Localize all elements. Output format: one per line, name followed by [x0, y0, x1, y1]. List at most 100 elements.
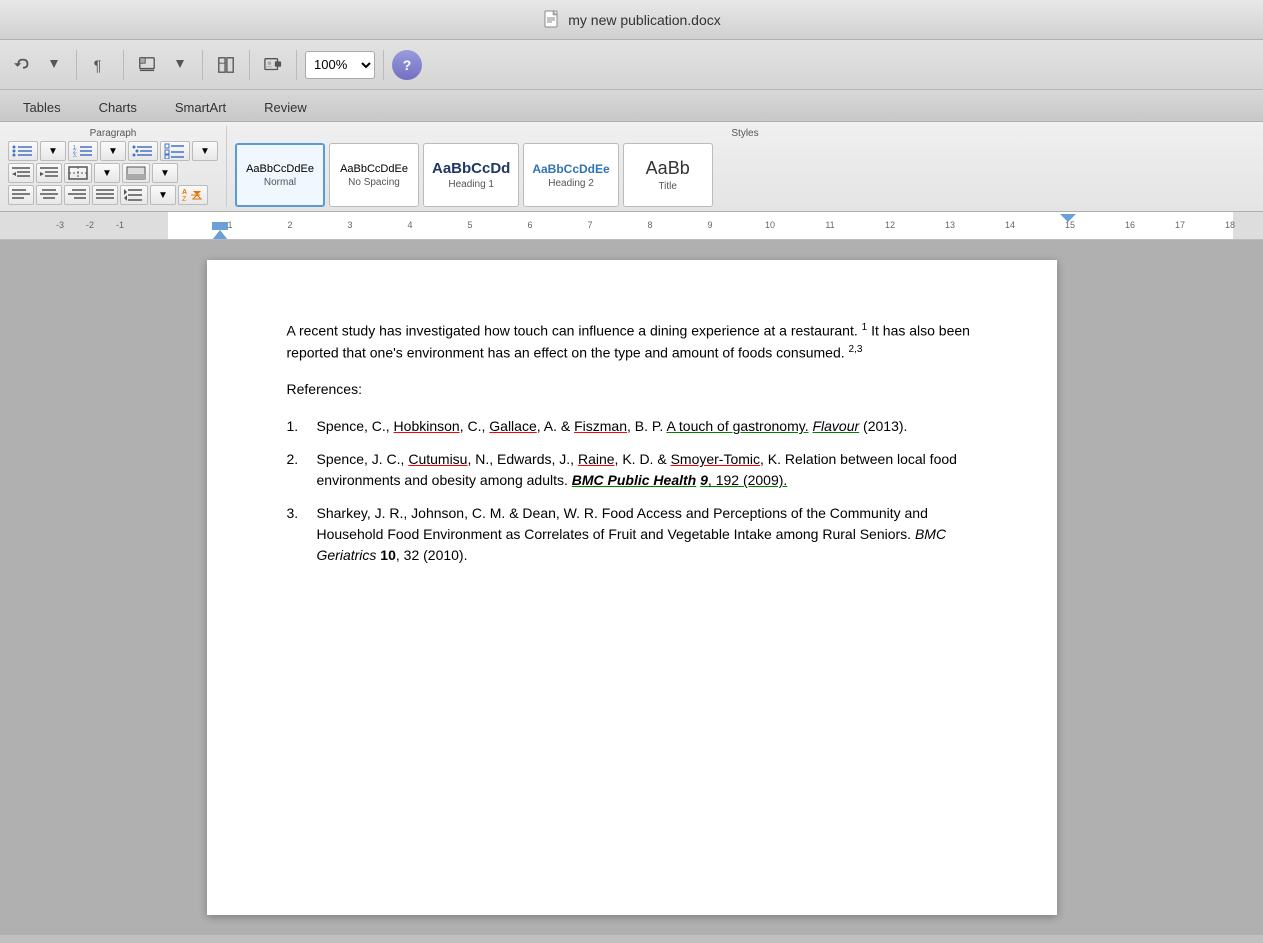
style-heading2[interactable]: AaBbCcDdEe Heading 2	[523, 143, 618, 207]
media-button[interactable]	[258, 48, 288, 82]
style-list-dropdown-btn[interactable]: ▼	[192, 141, 218, 161]
view-button[interactable]	[132, 48, 162, 82]
paragraph-section: Paragraph ▼ 1.	[0, 126, 227, 207]
tab-tables[interactable]: Tables	[4, 93, 80, 121]
tab-smartart[interactable]: SmartArt	[156, 93, 245, 121]
align-row: ▼ ▼	[8, 163, 218, 183]
undo-icon	[14, 56, 32, 74]
shading-icon	[126, 166, 146, 180]
align-right-icon	[68, 188, 86, 202]
align-left-icon	[12, 188, 30, 202]
sort-btn[interactable]: A Z	[178, 185, 208, 205]
line-spacing-btn[interactable]	[120, 185, 148, 205]
ruler: -3 -2 -1 1 2 3 4 5 6 7 8 9 10 11 12 13 1…	[0, 212, 1263, 240]
svg-text:12: 12	[885, 220, 895, 230]
references-list: 1. Spence, C., Hobkinson, C., Gallace, A…	[287, 416, 987, 566]
ribbon-panel: Paragraph ▼ 1.	[0, 122, 1263, 212]
undo-arrow-button[interactable]	[40, 48, 68, 82]
view-arrow-button[interactable]	[166, 48, 194, 82]
justify-btn[interactable]	[92, 185, 118, 205]
svg-text:1: 1	[227, 220, 232, 230]
svg-text:13: 13	[945, 220, 955, 230]
zoom-select[interactable]: 100% 75% 150%	[305, 51, 375, 79]
svg-text:6: 6	[527, 220, 532, 230]
svg-text:9: 9	[707, 220, 712, 230]
numbered-list-dropdown-btn[interactable]: ▼	[100, 141, 126, 161]
justify-icon	[96, 188, 114, 202]
svg-text:2: 2	[287, 220, 292, 230]
decrease-indent-btn[interactable]	[8, 163, 34, 183]
tab-charts[interactable]: Charts	[80, 93, 156, 121]
title-bar: my new publication.docx	[0, 0, 1263, 40]
ribbon-tabs: Tables Charts SmartArt Review	[0, 90, 1263, 122]
align-center-btn[interactable]	[36, 185, 62, 205]
tab-review[interactable]: Review	[245, 93, 326, 121]
divider-6	[383, 50, 384, 80]
style-list-btn[interactable]	[160, 141, 190, 161]
layout-button[interactable]	[211, 48, 241, 82]
divider-4	[249, 50, 250, 80]
svg-text:10: 10	[765, 220, 775, 230]
ref-text-2: Spence, J. C., Cutumisu, N., Edwards, J.…	[317, 449, 987, 491]
undo-redo-group	[8, 48, 68, 82]
svg-text:8: 8	[647, 220, 652, 230]
border-dropdown-btn[interactable]: ▼	[94, 163, 120, 183]
svg-text:-2: -2	[86, 220, 94, 230]
shading-dropdown-btn[interactable]: ▼	[152, 163, 178, 183]
indent-list-icon	[132, 143, 154, 159]
style-normal[interactable]: AaBbCcDdEe Normal	[235, 143, 325, 207]
svg-text:18: 18	[1225, 220, 1235, 230]
svg-text:5: 5	[467, 220, 472, 230]
view-dropdown-icon	[176, 60, 184, 70]
style-no-spacing[interactable]: AaBbCcDdEe No Spacing	[329, 143, 419, 207]
ruler-svg: -3 -2 -1 1 2 3 4 5 6 7 8 9 10 11 12 13 1…	[0, 212, 1263, 240]
indent-list-btn[interactable]	[128, 141, 158, 161]
increase-indent-icon	[40, 166, 58, 180]
svg-text:Z: Z	[182, 196, 187, 203]
doc-icon	[542, 10, 562, 30]
svg-text:7: 7	[587, 220, 592, 230]
numbered-list-btn[interactable]: 1. 2. 3.	[68, 141, 98, 161]
undo-button[interactable]	[8, 48, 38, 82]
bullet-list-dropdown-btn[interactable]: ▼	[40, 141, 66, 161]
line-spacing-dropdown-btn[interactable]: ▼	[150, 185, 176, 205]
align-left-btn[interactable]	[8, 185, 34, 205]
doc-area[interactable]: A recent study has investigated how touc…	[0, 240, 1263, 935]
increase-indent-btn[interactable]	[36, 163, 62, 183]
styles-label: Styles	[235, 126, 1255, 139]
divider-2	[123, 50, 124, 80]
style-normal-label: Normal	[264, 177, 296, 188]
style-title-preview: AaBb	[646, 158, 690, 179]
svg-text:4: 4	[407, 220, 412, 230]
style-h1-preview: AaBbCcDd	[432, 160, 510, 177]
shading-btn[interactable]	[122, 163, 150, 183]
numbered-list-icon: 1. 2. 3.	[72, 143, 94, 159]
divider-1	[76, 50, 77, 80]
ref-num-3: 3.	[287, 503, 317, 566]
style-heading1[interactable]: AaBbCcDd Heading 1	[423, 143, 519, 207]
decrease-indent-icon	[12, 166, 30, 180]
style-nospacing-preview: AaBbCcDdEe	[340, 163, 408, 175]
pilcrow-icon: ¶	[91, 56, 109, 74]
ref-num-2: 2.	[287, 449, 317, 491]
paragraph-controls: ▼ 1. 2. 3. ▼	[8, 141, 218, 205]
help-button[interactable]: ?	[392, 50, 422, 80]
align-right-btn[interactable]	[64, 185, 90, 205]
style-h1-label: Heading 1	[448, 179, 494, 190]
bullet-list-btn[interactable]	[8, 141, 38, 161]
pilcrow-button[interactable]: ¶	[85, 48, 115, 82]
svg-text:11: 11	[825, 220, 834, 230]
style-title[interactable]: AaBb Title	[623, 143, 713, 207]
line-spacing-icon	[124, 188, 144, 202]
ref-text-3: Sharkey, J. R., Johnson, C. M. & Dean, W…	[317, 503, 987, 566]
svg-text:3.: 3.	[73, 153, 77, 159]
list-row-1: ▼ 1. 2. 3. ▼	[8, 141, 218, 161]
style-nospacing-label: No Spacing	[348, 177, 400, 188]
style-title-label: Title	[658, 181, 677, 192]
border-icon	[68, 166, 88, 180]
svg-text:-3: -3	[56, 220, 64, 230]
border-btn[interactable]	[64, 163, 92, 183]
justify-row: ▼ A Z	[8, 185, 218, 205]
styles-section: Styles AaBbCcDdEe Normal AaBbCcDdEe No S…	[227, 126, 1263, 207]
window-title: my new publication.docx	[568, 12, 721, 28]
